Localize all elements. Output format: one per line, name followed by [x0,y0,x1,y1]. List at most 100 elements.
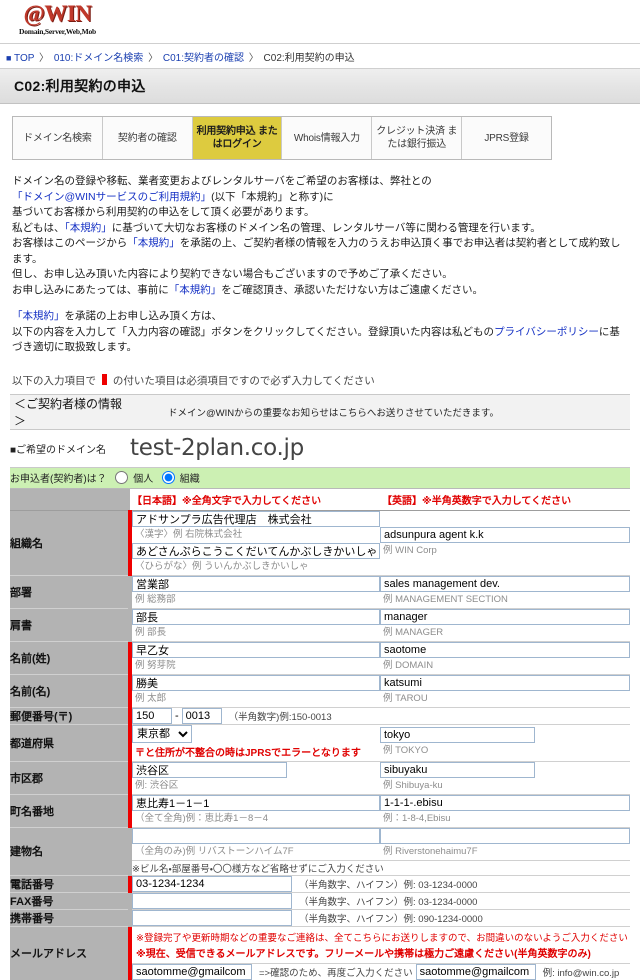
prefecture-en-input[interactable] [380,726,535,743]
label-street: 町名番地 [10,794,132,828]
column-header-spacer [10,488,130,511]
row-street: 町名番地 （全て全角)例：恵比寿1－8－4 例：1-8-4,Ebisu [10,794,630,828]
email-confirm-label: =>確認のため、再度ご入力ください [259,967,413,979]
firstname-en-example: 例 TAROU [383,692,428,704]
lastname-jp-example: 例 努芽院 [135,659,176,671]
zip-cell: - （半角数字)例:150-0013 [130,707,630,725]
label-building: 建物名 [10,827,132,876]
prefecture-jp-cell: 東京都 〒と住所が不整合の時はJPRSでエラーとなります [130,724,380,762]
firstname-jp-input[interactable] [132,674,380,691]
terms-link-5[interactable]: 「本規約」 [12,310,65,322]
domain-value: test-2plan.co.jp [130,429,630,468]
email-warning-cell: ※登録完了や更新時期などの重要なご連絡は、全てこちらにお送りしますので、お間違い… [130,926,630,964]
row-title: 肩書 例 部長 例 MANAGER [10,608,630,642]
terms-link-2[interactable]: 「本規約」 [65,222,112,234]
building-en-input[interactable] [380,827,630,844]
radio-individual[interactable] [115,471,129,484]
privacy-policy-link[interactable]: プライバシーポリシー [494,326,599,338]
lastname-en-input[interactable] [380,641,630,658]
row-email: メールアドレス ※登録完了や更新時期などの重要なご連絡は、全てこちらにお送りしま… [10,926,630,980]
row-department: 部署 例 総務部 例 MANAGEMENT SECTION [10,575,630,609]
title-en-input[interactable] [380,608,630,625]
terms-link-4[interactable]: 「本規約」 [169,284,222,296]
intro-line-1: ドメイン名の登録や移転、業者変更およびレンタルサーバをご希望のお客様は、弊社との… [12,174,628,205]
label-lastname: 名前(姓) [10,641,132,675]
fax-input[interactable] [132,892,292,909]
section-title: ＜ご契約者様の情報＞ [14,396,123,428]
street-jp-cell: （全て全角)例：恵比寿1－8－4 [130,794,380,828]
prefecture-en-example: 例 TOKYO [383,744,429,756]
org-name-en-input[interactable] [380,526,630,543]
fax-note: （半角数字、ハイフン）例: 03-1234-0000 [299,896,478,908]
tab-contract-check[interactable]: 契約者の確認 [102,117,193,159]
radio-organization[interactable] [162,471,176,484]
terms-link-1[interactable]: 「ドメイン@WINサービスのご利用規約」 [12,191,211,203]
mobile-input[interactable] [132,909,292,926]
breadcrumb-step2[interactable]: C01:契約者の確認 [163,53,244,64]
terms-link-3[interactable]: 「本規約」 [127,237,180,249]
org-name-kana-input[interactable] [132,542,380,559]
city-en-example: 例 Shibuya-ku [383,779,443,791]
title-jp-input[interactable] [132,608,380,625]
mobile-note: （半角数字、ハイフン）例: 090-1234-0000 [299,913,483,925]
zip-input-1[interactable] [132,707,172,724]
tel-input[interactable] [132,875,292,892]
street-en-input[interactable] [380,794,630,811]
tab-jprs-register[interactable]: JPRS登録 [462,117,551,159]
required-note-before: 以下の入力項目で [12,374,96,387]
tab-apply-or-login[interactable]: 利用契約申込 またはログイン [192,117,283,159]
building-jp-input[interactable] [132,827,380,844]
firstname-en-input[interactable] [380,674,630,691]
intro-spacer [12,298,628,309]
intro-line-8: 以下の内容を入力して「入力内容の確認」ボタンをクリックしてください。登録頂いた内… [12,325,628,356]
label-zip: 郵便番号(〒) [10,707,132,725]
building-jp-example: （全角のみ)例 リバストーンハイム7F [135,845,294,857]
logo-wordmark: @WIN [23,1,92,26]
street-jp-input[interactable] [132,794,380,811]
city-en-input[interactable] [380,761,535,778]
prefecture-en-cell: 例 TOKYO [380,724,630,762]
department-jp-input[interactable] [132,575,380,592]
intro-line-7: 「本規約」を承諾の上お申し込み頂く方は、 [12,309,628,325]
city-jp-input[interactable] [132,761,287,778]
tab-whois-input[interactable]: Whois情報入力 [282,117,373,159]
intro-l3b: に基づいて大切なお客様のドメイン名の管理、レンタルサーバ等に関わる管理を行います… [111,221,541,234]
title-en-cell: 例 MANAGER [380,608,630,642]
tab-payment[interactable]: クレジット決済 または銀行振込 [372,117,463,159]
building-jp-cell: （全角のみ)例 リバストーンハイム7F [130,827,380,861]
intro-text: ドメイン名の登録や移転、業者変更およびレンタルサーバをご希望のお客様は、弊社との… [12,174,628,356]
label-fax: FAX番号 [10,892,132,910]
prefecture-warning: 〒と住所が不整合の時はJPRSでエラーとなります [135,747,361,759]
intro-l3a: 私どもは、 [12,221,65,234]
breadcrumb-sep: 〉 [248,53,259,64]
prefecture-select[interactable]: 東京都 [132,724,192,743]
breadcrumb-top[interactable]: TOP [14,53,34,64]
lastname-jp-input[interactable] [132,641,380,658]
label-mobile: 携帯番号 [10,909,132,927]
email-warning-2: ※現在、受信できるメールアドレスです。フリーメールや携帯は極力ご遠慮ください(半… [136,948,591,960]
tab-domain-search[interactable]: ドメイン名検索 [13,117,103,159]
city-jp-example: 例: 渋谷区 [135,779,179,791]
zip-dash: - [175,709,179,722]
lastname-jp-cell: 例 努芽院 [130,641,380,675]
department-en-input[interactable] [380,575,630,592]
row-org-name: 組織名 〈漢字〉例 右院株式会社 〈ひらがな〉例 ういんかぶしきかいしゃ 例 W… [10,510,630,576]
breadcrumb-step1[interactable]: 010:ドメイン名検索 [54,53,143,64]
zip-input-2[interactable] [181,707,222,724]
row-tel: 電話番号 （半角数字、ハイフン）例: 03-1234-0000 [10,875,630,893]
org-name-jp-input[interactable] [132,510,380,527]
org-name-en-example: 例 WIN Corp [383,544,437,556]
firstname-jp-example: 例 太郎 [135,692,167,704]
email-input[interactable] [132,963,252,980]
breadcrumb-sep: 〉 [148,53,159,64]
applicant-question: お申込者(契約者)は？ [10,474,107,485]
street-en-example: 例：1-8-4,Ebisu [383,812,451,824]
required-marker-icon [101,373,107,385]
lastname-en-cell: 例 DOMAIN [380,641,630,675]
column-header-jp: 【日本語】※全角文字で入力してください [132,495,322,507]
site-logo[interactable]: @WIN Domain,Server,Web,Mob [0,0,115,44]
building-en-cell: 例 Riverstonehaimu7F [380,827,630,861]
email-confirm-input[interactable] [415,963,536,980]
building-note: ※ビル名・部屋番号・〇〇様方など省略せずにご入力ください [130,859,630,876]
department-jp-cell: 例 総務部 [130,575,380,609]
